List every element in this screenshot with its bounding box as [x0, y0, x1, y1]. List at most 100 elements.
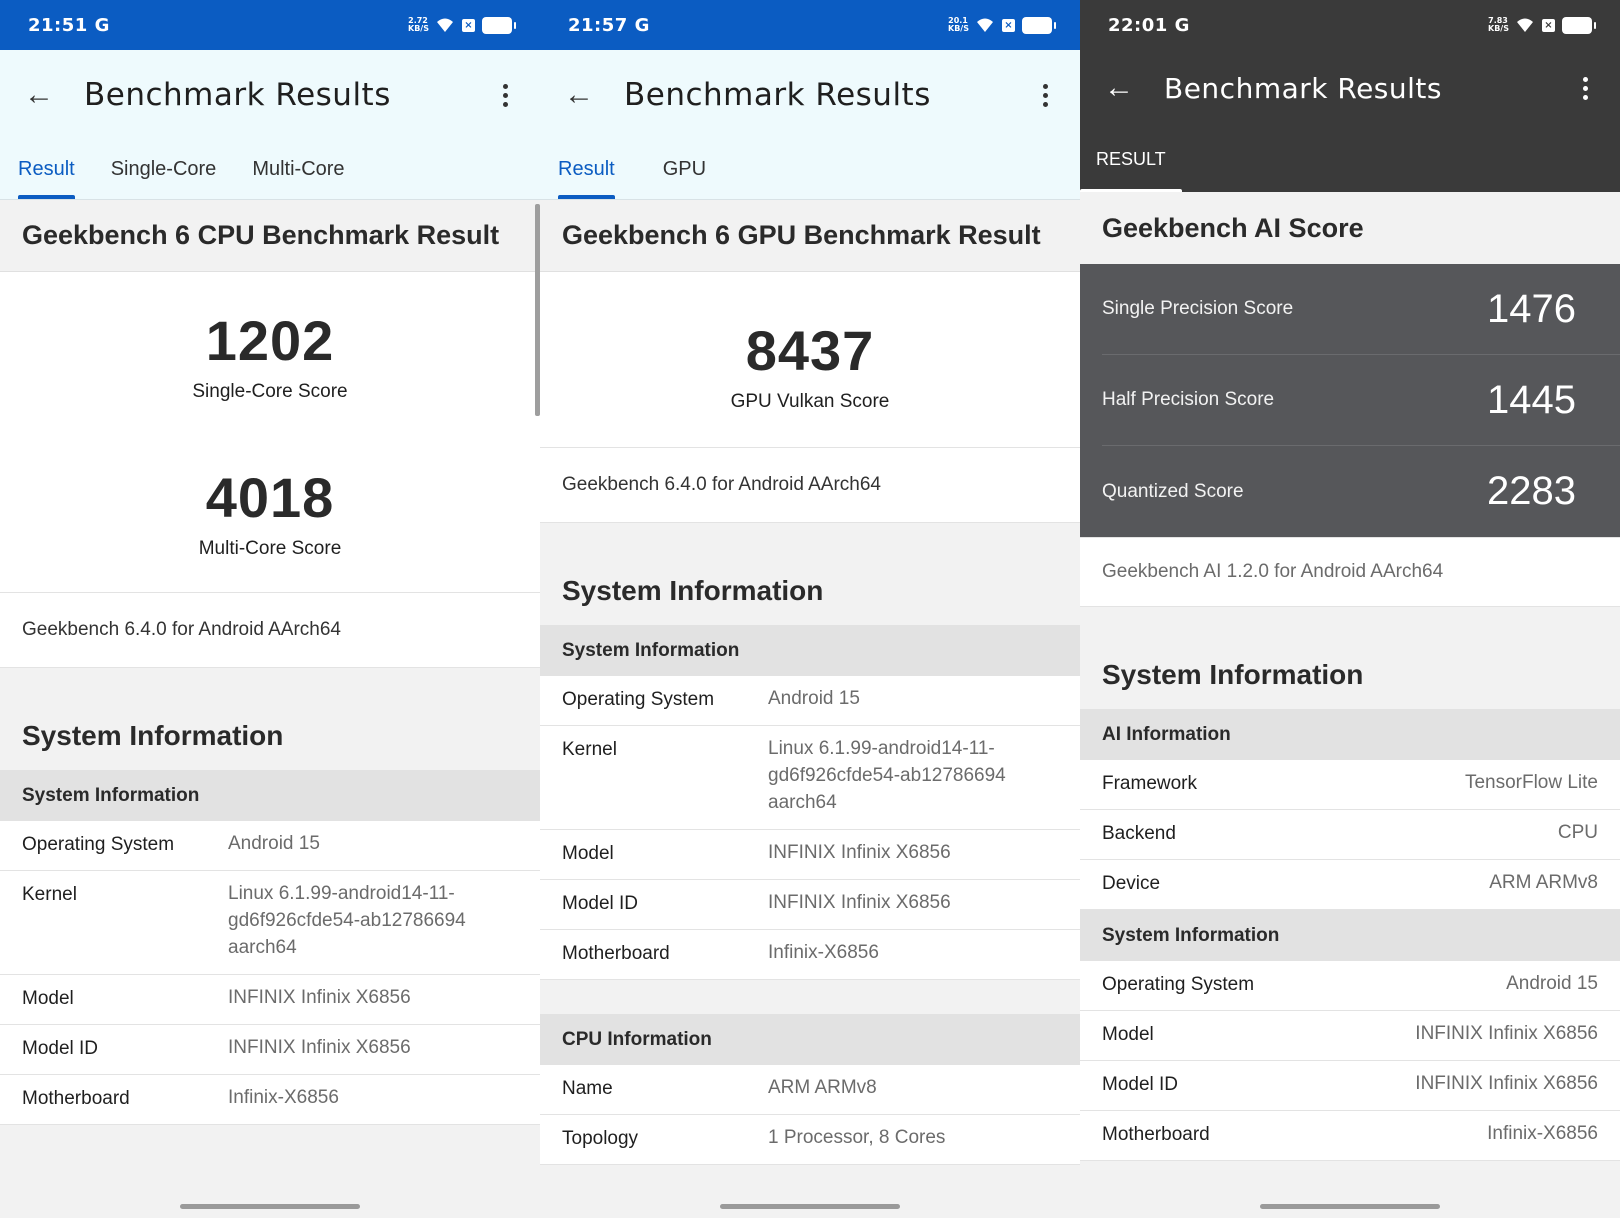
- app-bar: ← Benchmark Results Result Single-Core M…: [0, 50, 540, 200]
- tab-result[interactable]: RESULT: [1080, 126, 1182, 192]
- info-value: TensorFlow Lite: [1464, 772, 1598, 793]
- info-value: ARM ARMv8: [1489, 872, 1598, 893]
- ai-score-value: 2283: [1487, 469, 1576, 513]
- result-section-title: Geekbench AI Score: [1080, 192, 1620, 264]
- page-title: Benchmark Results: [1164, 71, 1442, 105]
- back-arrow-icon[interactable]: ←: [1100, 69, 1138, 107]
- info-value: Android 15: [1506, 973, 1598, 994]
- home-handle[interactable]: [180, 1203, 360, 1209]
- info-value: INFINIX Infinix X6856: [1415, 1073, 1598, 1094]
- info-key: Operating System: [22, 834, 175, 855]
- sim-off-icon: ×: [462, 18, 475, 32]
- info-key: Motherboard: [22, 1088, 130, 1109]
- info-row: Motherboard Infinix-X6856: [0, 1075, 540, 1125]
- system-info-title: System Information: [0, 704, 540, 770]
- single-core-label: Single-Core Score: [192, 381, 348, 402]
- network-speed: 20.1 KB/S: [948, 16, 969, 33]
- info-row: Device ARM ARMv8: [1080, 860, 1620, 910]
- wifi-icon: [977, 18, 993, 32]
- tab-multi-core[interactable]: Multi-Core: [234, 139, 362, 199]
- battery-icon: [1562, 16, 1596, 34]
- info-value: INFINIX Infinix X6856: [768, 842, 951, 863]
- more-options-icon[interactable]: [1030, 83, 1060, 107]
- info-key: Kernel: [22, 884, 77, 905]
- info-value: ARM ARMv8: [768, 1077, 877, 1098]
- info-row: Model INFINIX Infinix X6856: [1080, 1011, 1620, 1061]
- multi-core-score: 4018: [205, 466, 335, 529]
- info-key: Motherboard: [1102, 1124, 1210, 1145]
- wifi-icon: [1517, 18, 1533, 32]
- cpu-info-subhead: CPU Information: [540, 1014, 1080, 1065]
- more-options-icon[interactable]: [1570, 76, 1600, 100]
- info-value: INFINIX Infinix X6856: [228, 1037, 411, 1058]
- app-bar: ← Benchmark Results RESULT: [1080, 50, 1620, 192]
- info-row: Model INFINIX Infinix X6856: [540, 830, 1080, 880]
- sim-off-icon: ×: [1002, 18, 1015, 32]
- ai-score-label: Quantized Score: [1102, 480, 1244, 502]
- version-info: Geekbench AI 1.2.0 for Android AArch64: [1080, 537, 1620, 607]
- tab-gpu[interactable]: GPU: [633, 139, 724, 199]
- info-row: Operating System Android 15: [0, 821, 540, 871]
- info-key: Operating System: [562, 689, 715, 710]
- info-key: Model: [22, 988, 74, 1009]
- gpu-result-screen: 21:57 G 20.1 KB/S × ← Benchmark Results …: [540, 0, 1080, 1218]
- page-title: Benchmark Results: [84, 77, 391, 113]
- system-info-subhead: System Information: [0, 770, 540, 821]
- ai-score-row: Single Precision Score 1476: [1102, 264, 1620, 355]
- tab-bar: Result Single-Core Multi-Core: [0, 139, 363, 199]
- battery-icon: [1022, 16, 1056, 34]
- info-row: Kernel Linux 6.1.99-android14-11-gd6f926c…: [0, 871, 540, 975]
- info-row: Topology 1 Processor, 8 Cores: [540, 1115, 1080, 1165]
- cpu-result-screen: 21:51 G 2.72 KB/S × ← Benchmark Results …: [0, 0, 540, 1218]
- ai-score-row: Quantized Score 2283: [1102, 446, 1620, 537]
- info-value: Infinix-X6856: [1487, 1123, 1598, 1144]
- info-value: Infinix-X6856: [228, 1087, 339, 1108]
- tab-result[interactable]: Result: [0, 139, 93, 199]
- app-bar: ← Benchmark Results Result GPU: [540, 50, 1080, 200]
- home-handle[interactable]: [720, 1203, 900, 1209]
- tab-single-core[interactable]: Single-Core: [93, 139, 235, 199]
- status-time: 21:51 G: [28, 14, 110, 36]
- info-key: Model ID: [1102, 1074, 1179, 1095]
- tab-bar: RESULT: [1080, 126, 1182, 192]
- system-info-title: System Information: [540, 559, 1080, 625]
- home-handle[interactable]: [1260, 1203, 1440, 1209]
- wifi-icon: [437, 18, 453, 32]
- tab-result[interactable]: Result: [540, 139, 633, 199]
- ai-score-value: 1476: [1487, 286, 1576, 331]
- info-row: Motherboard Infinix-X6856: [1080, 1111, 1620, 1161]
- back-arrow-icon[interactable]: ←: [560, 76, 598, 114]
- info-row: Operating System Android 15: [540, 676, 1080, 726]
- ai-result-screen: 22:01 G 7.83 KB/S × ← Benchmark Results …: [1080, 0, 1620, 1218]
- gesture-bar: [1080, 1194, 1620, 1218]
- system-info-subhead: System Information: [1080, 910, 1620, 961]
- network-speed: 7.83 KB/S: [1488, 16, 1509, 33]
- info-row: Name ARM ARMv8: [540, 1065, 1080, 1115]
- gpu-vulkan-score: 8437: [745, 319, 875, 382]
- single-core-score: 1202: [205, 309, 335, 372]
- info-value: 1 Processor, 8 Cores: [768, 1127, 946, 1148]
- more-options-icon[interactable]: [490, 83, 520, 107]
- info-row: Model INFINIX Infinix X6856: [0, 975, 540, 1025]
- screenshot-collage: 21:51 G 2.72 KB/S × ← Benchmark Results …: [0, 0, 1620, 1218]
- info-key: Model: [1102, 1024, 1154, 1045]
- info-value: Linux 6.1.99-android14-11-gd6f926cfde54-…: [768, 738, 1006, 813]
- info-row: Model ID INFINIX Infinix X6856: [0, 1025, 540, 1075]
- info-value: Android 15: [768, 688, 860, 709]
- system-info-title: System Information: [1080, 643, 1620, 709]
- info-row: Backend CPU: [1080, 810, 1620, 860]
- ai-info-subhead: AI Information: [1080, 709, 1620, 760]
- gesture-bar: [540, 1194, 1080, 1218]
- info-value: Infinix-X6856: [768, 942, 879, 963]
- info-key: Motherboard: [562, 943, 670, 964]
- info-row: Kernel Linux 6.1.99-android14-11-gd6f926c…: [540, 726, 1080, 830]
- status-bar: 21:51 G 2.72 KB/S ×: [0, 0, 540, 50]
- gpu-vulkan-label: GPU Vulkan Score: [730, 391, 890, 412]
- info-value: CPU: [1557, 822, 1598, 843]
- version-info: Geekbench 6.4.0 for Android AArch64: [0, 592, 540, 668]
- status-bar: 21:57 G 20.1 KB/S ×: [540, 0, 1080, 50]
- back-arrow-icon[interactable]: ←: [20, 76, 58, 114]
- status-bar: 22:01 G 7.83 KB/S ×: [1080, 0, 1620, 50]
- score-card: 8437 GPU Vulkan Score: [540, 272, 1080, 447]
- info-key: Kernel: [562, 739, 617, 760]
